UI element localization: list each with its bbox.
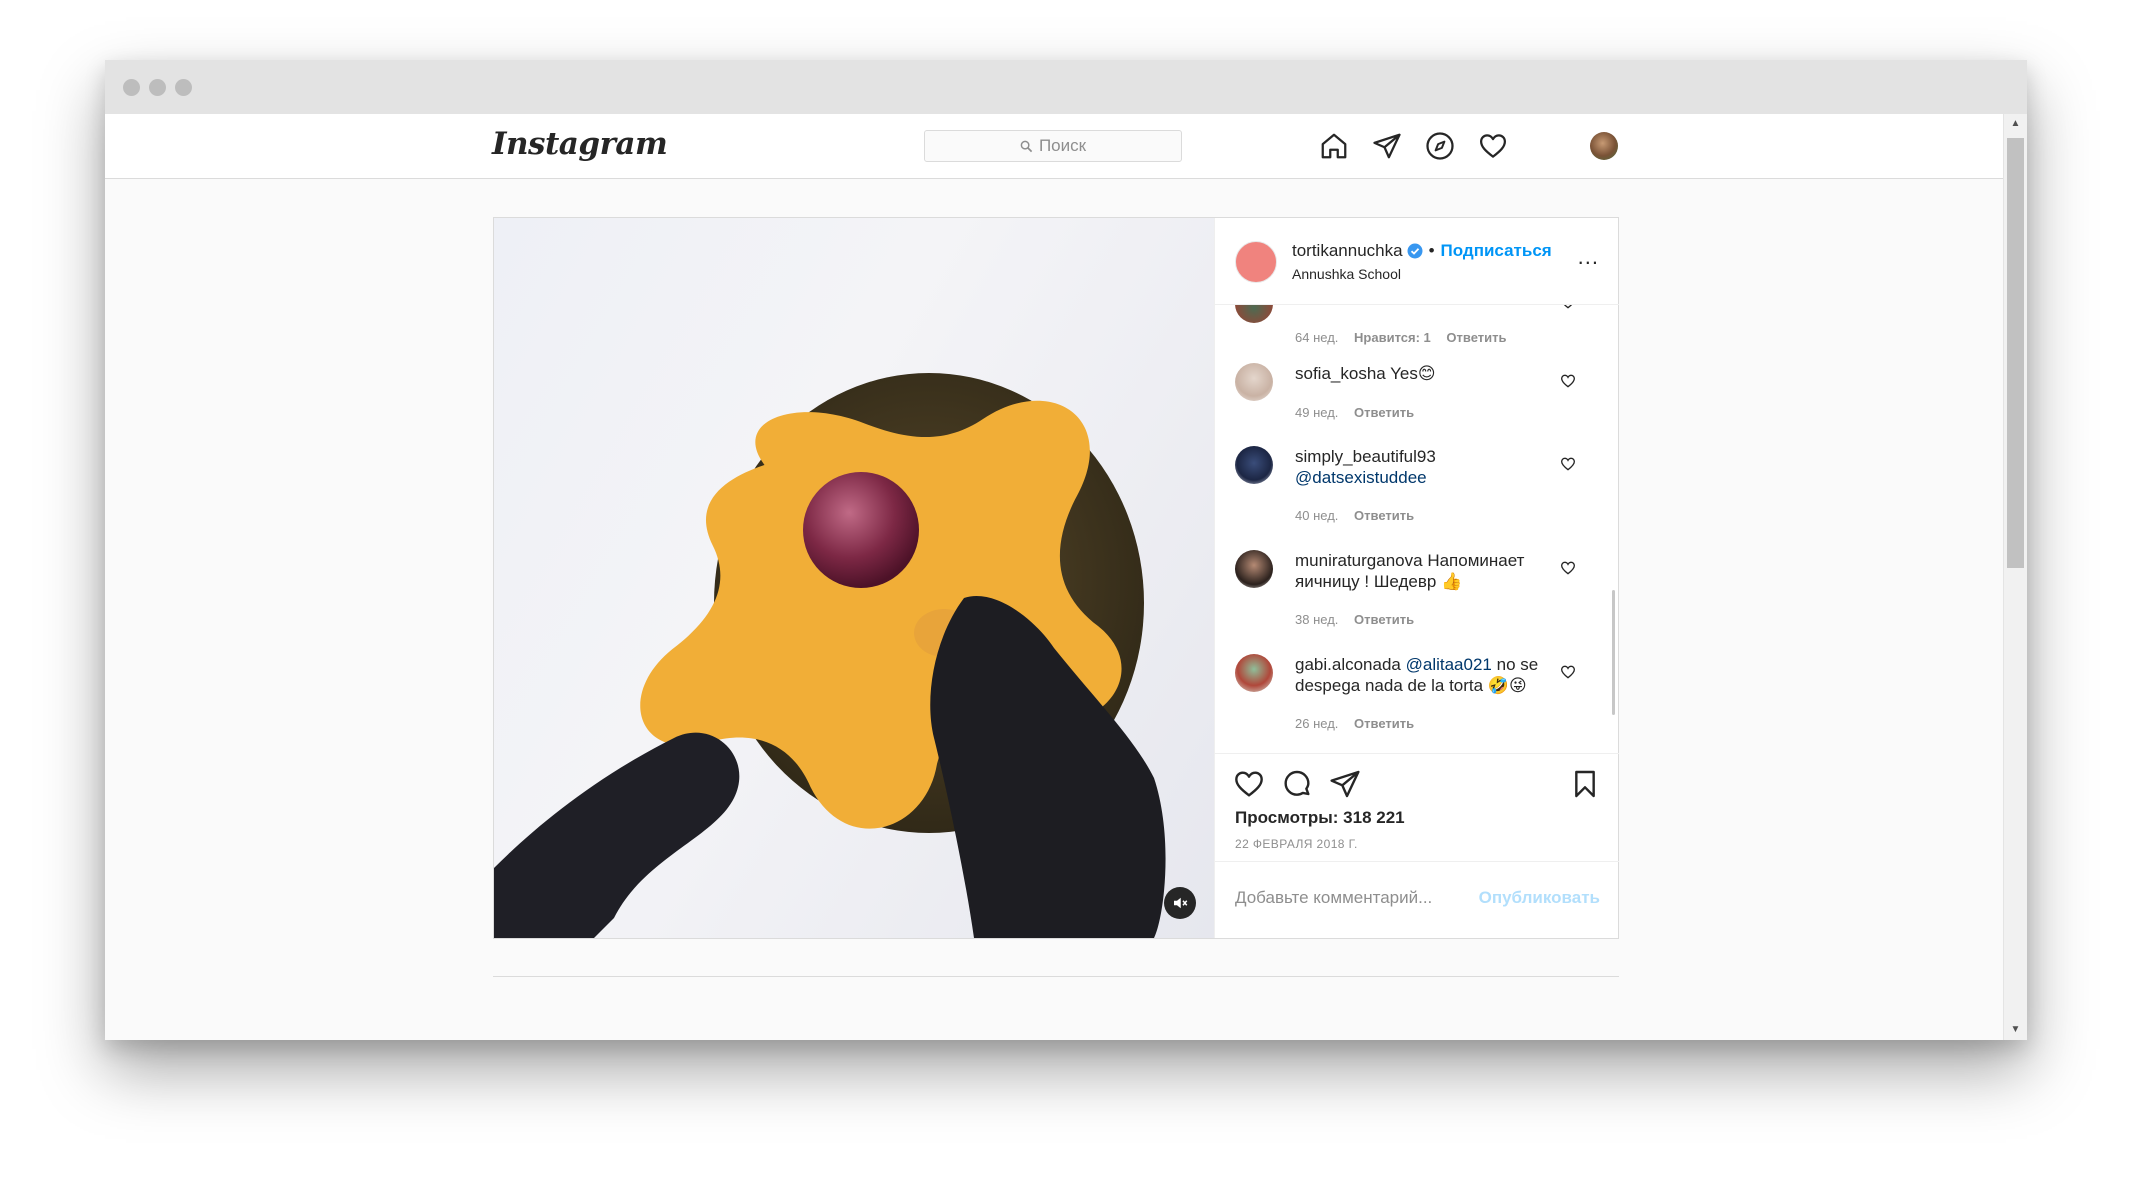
- search-input[interactable]: Поиск: [924, 130, 1182, 162]
- mute-icon: [1174, 897, 1188, 909]
- cake-video-frame: [494, 373, 1166, 938]
- comment-like-icon[interactable]: [1560, 456, 1576, 472]
- browser-titlebar: [105, 60, 2027, 115]
- follow-button[interactable]: Подписаться: [1441, 241, 1552, 261]
- instagram-logo[interactable]: Instagram: [492, 126, 668, 162]
- comment-mention[interactable]: @alitaa021: [1406, 655, 1492, 674]
- post-actions: Просмотры: 318 221 22 ФЕВРАЛЯ 2018 Г.: [1215, 753, 1619, 862]
- mute-button[interactable]: [1164, 887, 1196, 919]
- direct-icon[interactable]: [1371, 130, 1403, 162]
- search-placeholder: Поиск: [1038, 136, 1087, 155]
- page-scrollbar[interactable]: ▲ ▼: [2003, 114, 2027, 1040]
- post-header: tortikannuchka • Подписаться Annushka Sc…: [1215, 218, 1619, 305]
- comment-icon[interactable]: [1281, 768, 1313, 800]
- comment-like-icon[interactable]: [1560, 560, 1576, 576]
- berry-dome: [803, 472, 919, 588]
- comment-like-icon[interactable]: [1560, 373, 1576, 389]
- comment-time[interactable]: 26 нед.: [1295, 716, 1338, 731]
- comment-meta: 38 нед. Ответить: [1295, 612, 1426, 627]
- comment-meta: 49 нед. Ответить: [1295, 405, 1426, 420]
- views-count: Просмотры: 318 221: [1235, 808, 1405, 828]
- comment-reply-button[interactable]: Ответить: [1354, 612, 1414, 627]
- comments-scrollbar[interactable]: [1612, 590, 1615, 715]
- add-comment-bar: Добавьте комментарий... Опубликовать: [1215, 861, 1619, 939]
- publish-button[interactable]: Опубликовать: [1479, 888, 1600, 908]
- author-line: tortikannuchka • Подписаться: [1292, 241, 1552, 261]
- comment-meta: 64 нед. Нравится: 1 Ответить: [1295, 330, 1518, 345]
- comment-text: muniraturganova Напоминает яичницу ! Шед…: [1295, 550, 1560, 592]
- comment-meta: 40 нед. Ответить: [1295, 508, 1426, 523]
- comment-username[interactable]: simply_beautiful93: [1295, 446, 1560, 467]
- more-options-button[interactable]: ...: [1578, 246, 1599, 268]
- top-nav: Instagram Поиск: [105, 114, 2004, 179]
- post-sidebar: tortikannuchka • Подписаться Annushka Sc…: [1214, 218, 1619, 938]
- scroll-up-arrow-icon[interactable]: ▲: [2004, 114, 2027, 134]
- comment-text: gabi.alconada @alitaa021 no se despega n…: [1295, 654, 1560, 696]
- gloved-hand-left: [494, 732, 740, 938]
- post-card: tortikannuchka • Подписаться Annushka Sc…: [493, 217, 1619, 939]
- author-avatar[interactable]: [1235, 241, 1277, 283]
- search-icon: [1020, 140, 1033, 152]
- views-value: 318 221: [1343, 808, 1405, 827]
- views-label: Просмотры:: [1235, 808, 1339, 827]
- share-icon[interactable]: [1329, 768, 1361, 800]
- window-zoom-dot[interactable]: [175, 79, 192, 96]
- page-viewport: Instagram Поиск tortikannuchka • Подписа…: [105, 114, 2004, 1040]
- comment-time[interactable]: 40 нед.: [1295, 508, 1338, 523]
- comment-time[interactable]: 64 нед.: [1295, 330, 1338, 345]
- comment-username[interactable]: muniraturganova: [1295, 551, 1423, 570]
- comment-reply-button[interactable]: Ответить: [1446, 330, 1506, 345]
- comment-mention[interactable]: @datsexistuddee: [1295, 467, 1560, 488]
- verified-badge-icon: [1407, 243, 1423, 259]
- separator-bullet: •: [1428, 241, 1435, 260]
- page-scroll-thumb[interactable]: [2007, 138, 2024, 568]
- explore-icon[interactable]: [1424, 130, 1456, 162]
- author-username[interactable]: tortikannuchka: [1292, 241, 1403, 261]
- comment-avatar[interactable]: [1235, 654, 1273, 692]
- post-date[interactable]: 22 ФЕВРАЛЯ 2018 Г.: [1235, 837, 1358, 851]
- comment-like-icon[interactable]: [1560, 664, 1576, 680]
- post-location[interactable]: Annushka School: [1292, 266, 1401, 282]
- comment-time[interactable]: 49 нед.: [1295, 405, 1338, 420]
- window-close-dot[interactable]: [123, 79, 140, 96]
- profile-avatar[interactable]: [1590, 132, 1618, 160]
- comments-list: 64 нед. Нравится: 1 Ответить sofia_kosha…: [1215, 305, 1619, 753]
- comment-like-icon[interactable]: [1560, 305, 1576, 310]
- post-video[interactable]: [494, 218, 1214, 938]
- comment-reply-button[interactable]: Ответить: [1354, 508, 1414, 523]
- activity-heart-icon[interactable]: [1477, 130, 1509, 162]
- window-minimize-dot[interactable]: [149, 79, 166, 96]
- comment-time[interactable]: 38 нед.: [1295, 612, 1338, 627]
- comment-body: Yes😊: [1390, 364, 1436, 383]
- comment-avatar[interactable]: [1235, 305, 1273, 323]
- comment-avatar[interactable]: [1235, 363, 1273, 401]
- comment-username[interactable]: gabi.alconada: [1295, 655, 1401, 674]
- like-heart-icon[interactable]: [1233, 768, 1265, 800]
- comment-avatar[interactable]: [1235, 446, 1273, 484]
- comment-avatar[interactable]: [1235, 550, 1273, 588]
- comment-username[interactable]: sofia_kosha: [1295, 364, 1386, 383]
- bookmark-icon[interactable]: [1569, 768, 1601, 800]
- comment-text: simply_beautiful93 @datsexistuddee: [1295, 446, 1560, 488]
- home-icon[interactable]: [1318, 130, 1350, 162]
- comment-reply-button[interactable]: Ответить: [1354, 716, 1414, 731]
- comment-reply-button[interactable]: Ответить: [1354, 405, 1414, 420]
- comment-meta: 26 нед. Ответить: [1295, 716, 1426, 731]
- browser-window: Instagram Поиск tortikannuchka • Подписа…: [105, 60, 2027, 1040]
- comment-text: sofia_kosha Yes😊: [1295, 363, 1560, 384]
- comment-input[interactable]: Добавьте комментарий...: [1235, 888, 1432, 908]
- scroll-down-arrow-icon[interactable]: ▼: [2004, 1020, 2027, 1040]
- section-divider: [493, 976, 1619, 977]
- comment-likes[interactable]: Нравится: 1: [1354, 330, 1431, 345]
